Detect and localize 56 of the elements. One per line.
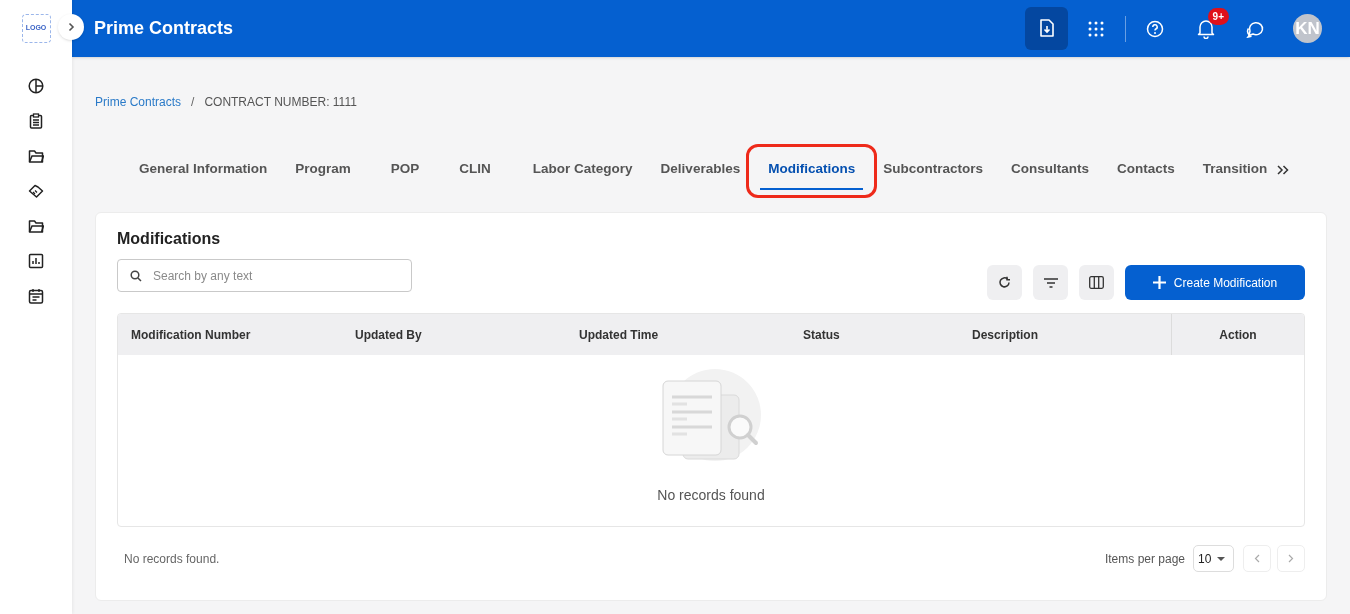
folder-icon[interactable] [28,148,44,164]
column-header: Modification Number [130,326,252,344]
grid-icon [1088,20,1104,37]
tab[interactable]: General Information [131,150,276,190]
tab[interactable]: Program [287,150,359,190]
tab[interactable]: Modifications [760,150,864,190]
items-per-page-label: Items per page [1104,550,1185,568]
chat-bubbles-icon [1246,19,1266,38]
records-summary: No records found. [124,550,220,568]
search-field[interactable]: Search by any text [117,259,412,292]
column-header: Status [802,326,841,344]
create-modification-button[interactable]: Create Modification [1125,265,1305,300]
download-button[interactable] [1025,7,1068,50]
folder-icon[interactable] [28,218,44,234]
tab[interactable]: Subcontractors [875,150,991,190]
clipboard-icon[interactable] [28,113,44,129]
pie-chart-icon[interactable] [28,78,44,94]
chevron-right-icon [66,22,76,32]
notifications-button[interactable]: 9+ [1191,7,1229,44]
calendar-icon[interactable] [28,288,44,304]
section-title: Modifications [117,229,222,249]
tab[interactable]: Deliverables [652,150,749,190]
breadcrumb-separator: / [191,94,195,111]
notification-badge: 9+ [1207,7,1229,25]
columns-button[interactable] [1079,265,1114,300]
page-title: Prime Contracts [94,17,234,40]
chevron-right-icon [1288,554,1294,563]
empty-state-message: No records found [657,486,765,505]
chevron-left-icon [1254,554,1260,563]
dropdown-caret-icon [1217,556,1226,561]
column-header: Description [971,326,1039,344]
bar-chart-icon[interactable] [28,253,44,269]
column-header: Updated By [354,326,423,344]
refresh-button[interactable] [987,265,1022,300]
refresh-icon [998,276,1011,289]
items-per-page-select[interactable]: 10 [1193,545,1234,572]
tab[interactable]: CLIN [451,150,499,190]
double-chevron-right-icon[interactable] [1277,165,1290,175]
breadcrumb-current: CONTRACT NUMBER: 1111 [204,94,357,111]
help-icon [1146,19,1164,38]
tab[interactable]: Consultants [1002,150,1097,190]
column-header: Action [1171,314,1304,355]
column-header: Updated Time [578,326,660,344]
tab[interactable]: Contacts [1108,150,1183,190]
expand-button[interactable] [58,14,84,40]
plus-icon [1152,276,1166,289]
tab[interactable]: Transition [1194,150,1276,190]
bell-icon [1197,18,1215,39]
search-icon [130,270,142,282]
filter-lines-icon [1043,277,1058,288]
breadcrumb-link[interactable]: Prime Contracts [95,93,182,111]
file-download-icon [1038,19,1055,38]
columns-icon [1089,276,1104,289]
tab[interactable]: POP [382,150,428,190]
filter-button[interactable] [1033,265,1068,300]
tab[interactable]: Labor Category [524,150,641,190]
